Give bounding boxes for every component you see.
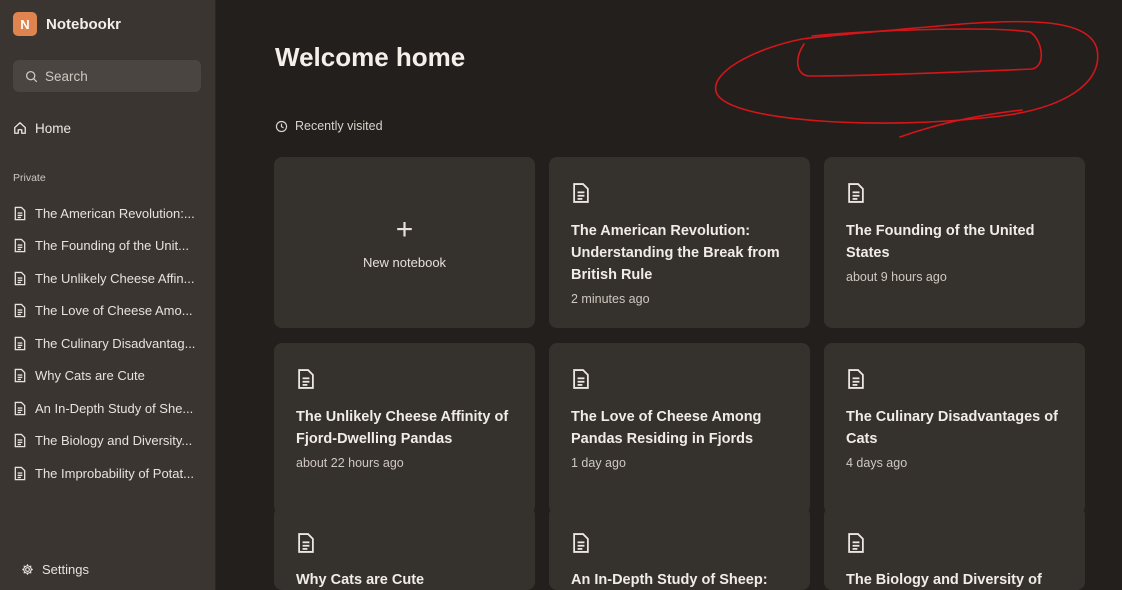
sidebar-item-label: The Culinary Disadvantag...: [35, 335, 196, 351]
document-icon: [298, 369, 314, 389]
search-button[interactable]: Search: [13, 60, 201, 92]
notebook-timestamp: 4 days ago: [846, 456, 908, 470]
recently-visited-header: Recently visited: [275, 119, 383, 133]
home-icon: [14, 122, 26, 134]
sidebar-notebook-list: The American Revolution:... The Founding…: [13, 197, 208, 490]
notebook-card[interactable]: Why Cats are Cute: [274, 507, 535, 590]
document-icon: [14, 401, 26, 415]
notebook-card[interactable]: The Culinary Disadvantages of Cats 4 days…: [824, 343, 1085, 514]
notebook-card[interactable]: The Love of Cheese Among Pandas Residing…: [549, 343, 810, 514]
document-icon: [298, 533, 314, 553]
document-icon: [14, 466, 26, 480]
document-icon: [14, 239, 26, 253]
notebook-card[interactable]: The Founding of the United States about 9…: [824, 157, 1085, 328]
document-icon: [573, 369, 589, 389]
sidebar-item[interactable]: The American Revolution:...: [13, 197, 208, 230]
document-icon: [14, 369, 26, 383]
document-icon: [848, 369, 864, 389]
sidebar-item[interactable]: The Biology and Diversity...: [13, 425, 208, 458]
notebook-title: The Founding of the United States: [846, 223, 1035, 261]
notebook-title: The American Revolution: Understanding t…: [571, 223, 780, 283]
sidebar-item[interactable]: The Improbability of Potat...: [13, 457, 208, 490]
new-notebook-label: New notebook: [362, 255, 447, 270]
notebook-card[interactable]: An In-Depth Study of Sheep:: [549, 507, 810, 590]
sidebar-item-label: The American Revolution:...: [35, 205, 195, 221]
notebook-card[interactable]: The Unlikely Cheese Affinity of Fjord-Dw…: [274, 343, 535, 514]
notebook-timestamp: 2 minutes ago: [571, 292, 650, 306]
red-scribble-annotation: [714, 20, 1099, 138]
new-notebook-card[interactable]: + New notebook: [274, 157, 535, 328]
document-icon: [848, 533, 864, 553]
search-label: Search: [45, 68, 88, 84]
nav-home-label: Home: [35, 120, 72, 136]
document-icon: [573, 533, 589, 553]
gear-icon: [22, 564, 33, 575]
document-icon: [573, 183, 589, 203]
nav-home[interactable]: Home: [13, 117, 71, 139]
notebook-title: An In-Depth Study of Sheep:: [571, 572, 768, 588]
settings-label: Settings: [42, 562, 89, 577]
document-icon: [14, 304, 26, 318]
brand[interactable]: N Notebookr: [13, 12, 121, 36]
app-name: Notebookr: [46, 15, 121, 33]
document-icon: [14, 206, 26, 220]
document-icon: [14, 271, 26, 285]
notebook-timestamp: about 9 hours ago: [846, 270, 947, 284]
notebook-title: Why Cats are Cute: [296, 572, 425, 588]
sidebar-item-label: An In-Depth Study of She...: [35, 400, 194, 416]
notebook-title: The Biology and Diversity of: [846, 572, 1042, 588]
sidebar-item-label: The Founding of the Unit...: [35, 238, 189, 254]
sidebar-item-label: The Improbability of Potat...: [35, 465, 194, 481]
section-private-label: Private: [13, 172, 46, 184]
sidebar-item[interactable]: An In-Depth Study of She...: [13, 392, 208, 425]
notebook-card[interactable]: The American Revolution: Understanding t…: [549, 157, 810, 328]
sidebar-item-label: The Unlikely Cheese Affin...: [35, 270, 195, 286]
recently-visited-label: Recently visited: [295, 119, 383, 133]
search-icon: [25, 70, 38, 82]
sidebar-item[interactable]: The Founding of the Unit...: [13, 230, 208, 263]
notebook-timestamp: about 22 hours ago: [296, 456, 404, 470]
sidebar-item[interactable]: The Unlikely Cheese Affin...: [13, 262, 208, 295]
settings-button[interactable]: Settings: [21, 562, 89, 577]
notebook-title: The Love of Cheese Among Pandas Residing…: [571, 409, 762, 447]
document-icon: [14, 434, 26, 448]
clock-icon: [275, 120, 288, 132]
page-title: Welcome home: [275, 42, 466, 72]
notebook-card[interactable]: The Biology and Diversity of: [824, 507, 1085, 590]
notebook-title: The Culinary Disadvantages of Cats: [846, 409, 1058, 447]
document-icon: [848, 183, 864, 203]
plus-icon: +: [395, 213, 414, 246]
notebook-timestamp: 1 day ago: [571, 456, 626, 470]
sidebar-item[interactable]: Why Cats are Cute: [13, 360, 208, 393]
document-icon: [14, 336, 26, 350]
sidebar: N Notebookr Search Home Private The Amer…: [0, 0, 216, 590]
notebook-title: The Unlikely Cheese Affinity of Fjord-Dw…: [296, 409, 509, 447]
app-logo: N: [13, 12, 37, 36]
sidebar-item[interactable]: The Culinary Disadvantag...: [13, 327, 208, 360]
sidebar-item-label: Why Cats are Cute: [35, 368, 145, 384]
sidebar-item[interactable]: The Love of Cheese Amo...: [13, 295, 208, 328]
sidebar-item-label: The Biology and Diversity...: [35, 433, 193, 449]
sidebar-item-label: The Love of Cheese Amo...: [35, 303, 193, 319]
